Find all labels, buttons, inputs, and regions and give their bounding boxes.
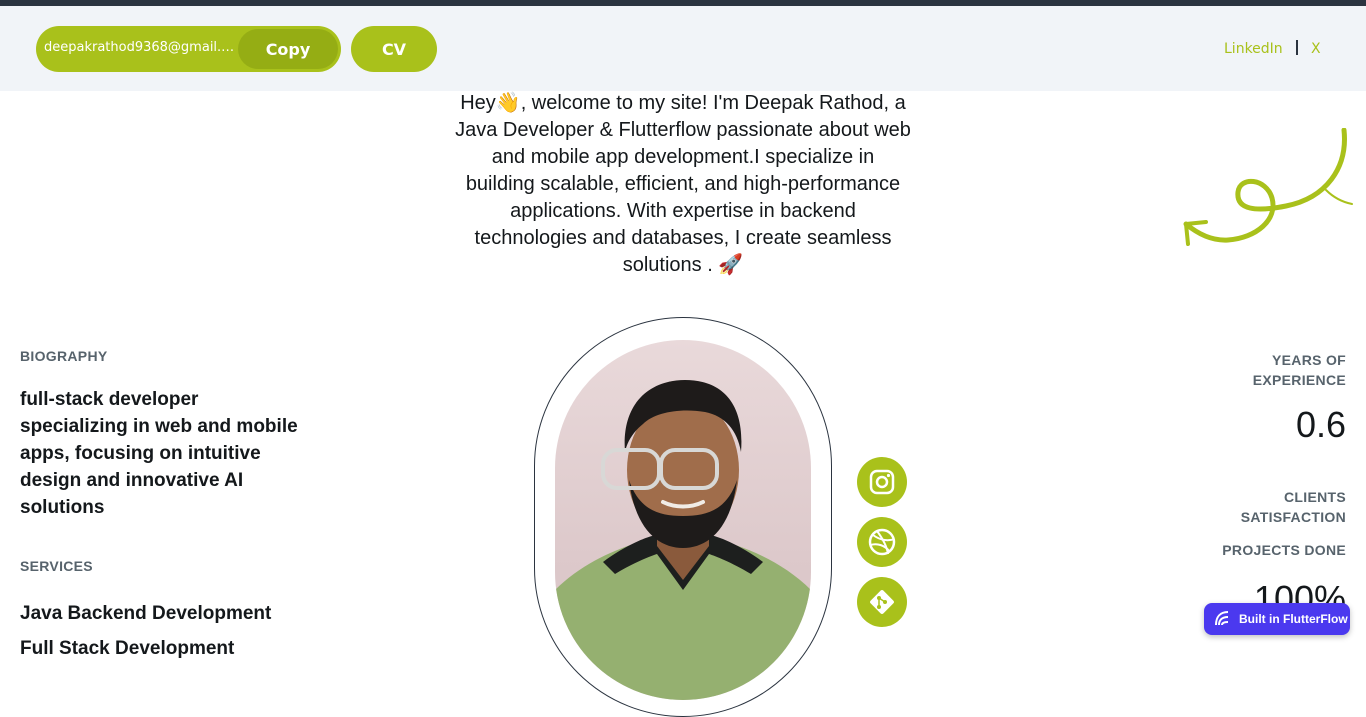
cv-button[interactable]: CV — [351, 26, 437, 72]
nav-divider — [1296, 40, 1298, 55]
intro-text: Hey👋, welcome to my site! I'm Deepak Rat… — [455, 92, 911, 276]
linkedin-link[interactable]: LinkedIn — [1224, 41, 1283, 57]
years-experience-label: YEARS OF EXPERIENCE — [1252, 352, 1346, 388]
profile-photo — [555, 340, 811, 700]
git-icon — [870, 590, 894, 614]
biography-text: full-stack developer specializing in web… — [20, 389, 298, 518]
service-item: Java Backend Development — [20, 603, 272, 624]
years-experience-value: 0.6 — [1295, 404, 1346, 445]
x-link[interactable]: X — [1311, 41, 1321, 57]
service-item: Full Stack Development — [20, 638, 235, 659]
site-header: deepakrathod9368@gmail.co... Copy CV Lin… — [0, 6, 1366, 91]
services-label: SERVICES — [20, 558, 93, 574]
projects-done-label: PROJECTS DONE — [1222, 542, 1346, 558]
profile-person-illustration — [555, 380, 811, 700]
instagram-button[interactable] — [857, 457, 907, 507]
copy-email-button[interactable]: Copy — [238, 29, 338, 69]
dribbble-icon — [868, 528, 896, 556]
instagram-icon — [869, 469, 895, 495]
clients-satisfaction-label: CLIENTS SATISFACTION — [1240, 489, 1346, 525]
dribbble-button[interactable] — [857, 517, 907, 567]
badge-label: Built in FlutterFlow — [1239, 612, 1348, 626]
email-copy-pill: deepakrathod9368@gmail.co... Copy — [36, 26, 341, 72]
decorative-arrow-icon — [1183, 128, 1353, 246]
flutterflow-logo-icon — [1215, 611, 1229, 626]
git-button[interactable] — [857, 577, 907, 627]
biography-label: BIOGRAPHY — [20, 348, 108, 364]
email-address[interactable]: deepakrathod9368@gmail.co... — [44, 40, 239, 55]
built-in-flutterflow-badge[interactable]: Built in FlutterFlow — [1204, 603, 1350, 635]
